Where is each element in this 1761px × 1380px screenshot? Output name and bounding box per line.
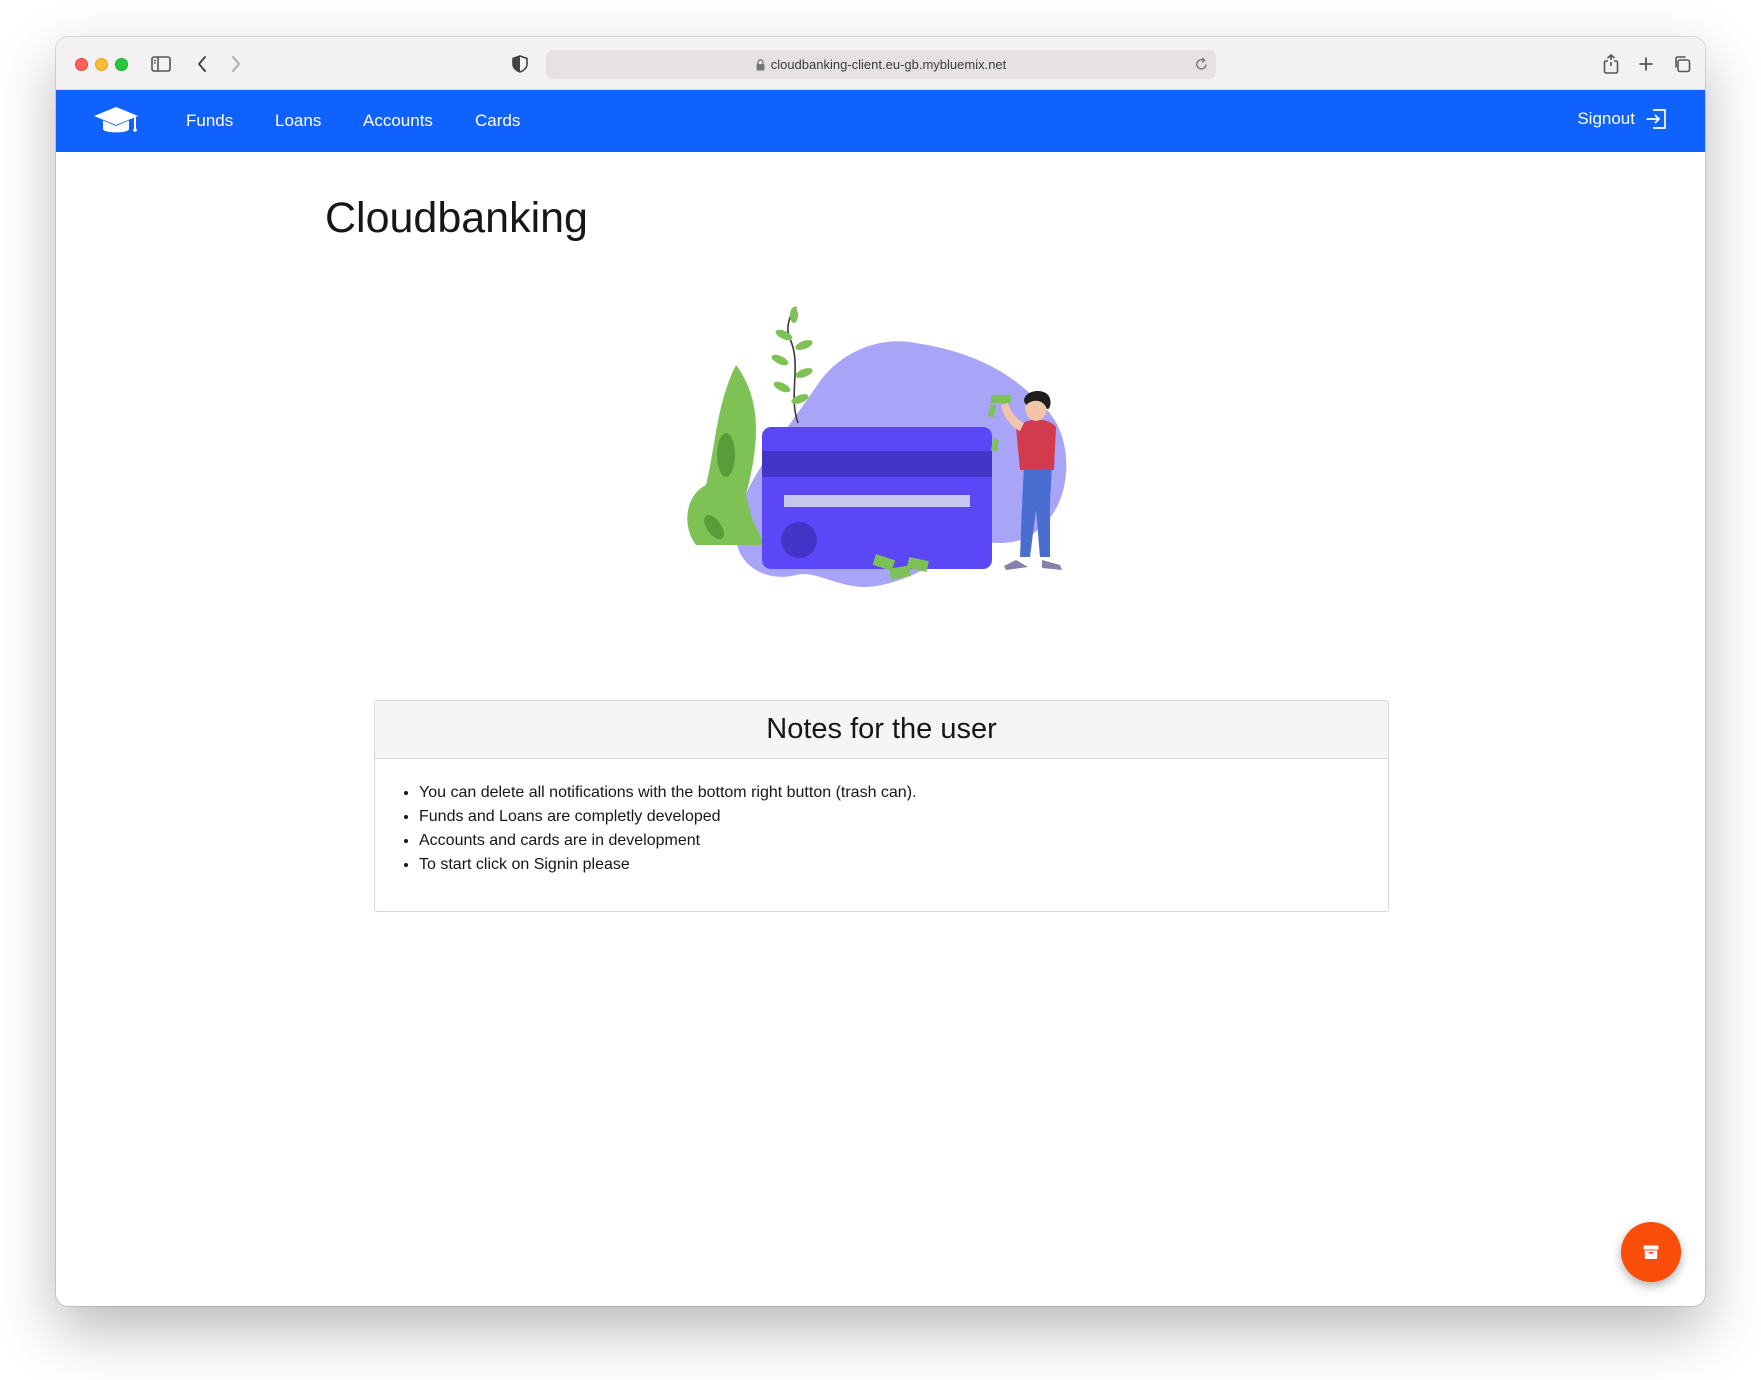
nav-loans[interactable]: Loans <box>275 111 321 131</box>
list-item: You can delete all notifications with th… <box>419 781 1388 805</box>
tab-overview-icon[interactable] <box>1669 51 1695 77</box>
forward-icon[interactable] <box>223 51 249 77</box>
share-icon[interactable] <box>1598 51 1624 77</box>
graduation-cap-icon[interactable] <box>93 105 139 142</box>
address-url: cloudbanking-client.eu-gb.mybluemix.net <box>770 57 1007 72</box>
notes-heading: Notes for the user <box>375 701 1388 759</box>
page-title: Cloudbanking <box>325 194 588 242</box>
lock-icon <box>756 58 765 71</box>
archive-icon <box>1643 1245 1659 1259</box>
list-item: Funds and Loans are completly developed <box>419 805 1388 829</box>
nav-cards[interactable]: Cards <box>475 111 520 131</box>
close-window-button[interactable] <box>75 58 88 71</box>
signout-button[interactable]: Signout <box>1577 108 1667 130</box>
logout-arrow-icon <box>1646 109 1666 129</box>
reload-icon[interactable] <box>1195 57 1208 74</box>
privacy-shield-icon[interactable] <box>507 51 533 77</box>
back-icon[interactable] <box>189 51 215 77</box>
nav-accounts[interactable]: Accounts <box>363 111 433 131</box>
new-tab-icon[interactable] <box>1633 51 1659 77</box>
browser-window: cloudbanking-client.eu-gb.mybluemix.net … <box>56 37 1705 1306</box>
address-bar[interactable]: cloudbanking-client.eu-gb.mybluemix.net <box>546 50 1216 79</box>
credit-card-illustration <box>676 295 1096 600</box>
list-item: Accounts and cards are in development <box>419 829 1388 853</box>
minimize-window-button[interactable] <box>95 58 108 71</box>
notes-card: Notes for the user You can delete all no… <box>374 700 1389 912</box>
nav-funds[interactable]: Funds <box>186 111 233 131</box>
signout-label: Signout <box>1577 109 1635 128</box>
clear-notifications-button[interactable] <box>1621 1222 1681 1282</box>
list-item: To start click on Signin please <box>419 853 1388 877</box>
notes-list: You can delete all notifications with th… <box>375 759 1388 877</box>
top-navbar: Funds Loans Accounts Cards Signout <box>56 90 1705 152</box>
browser-titlebar: cloudbanking-client.eu-gb.mybluemix.net <box>56 37 1705 90</box>
sidebar-toggle-icon[interactable] <box>148 51 174 77</box>
maximize-window-button[interactable] <box>115 58 128 71</box>
